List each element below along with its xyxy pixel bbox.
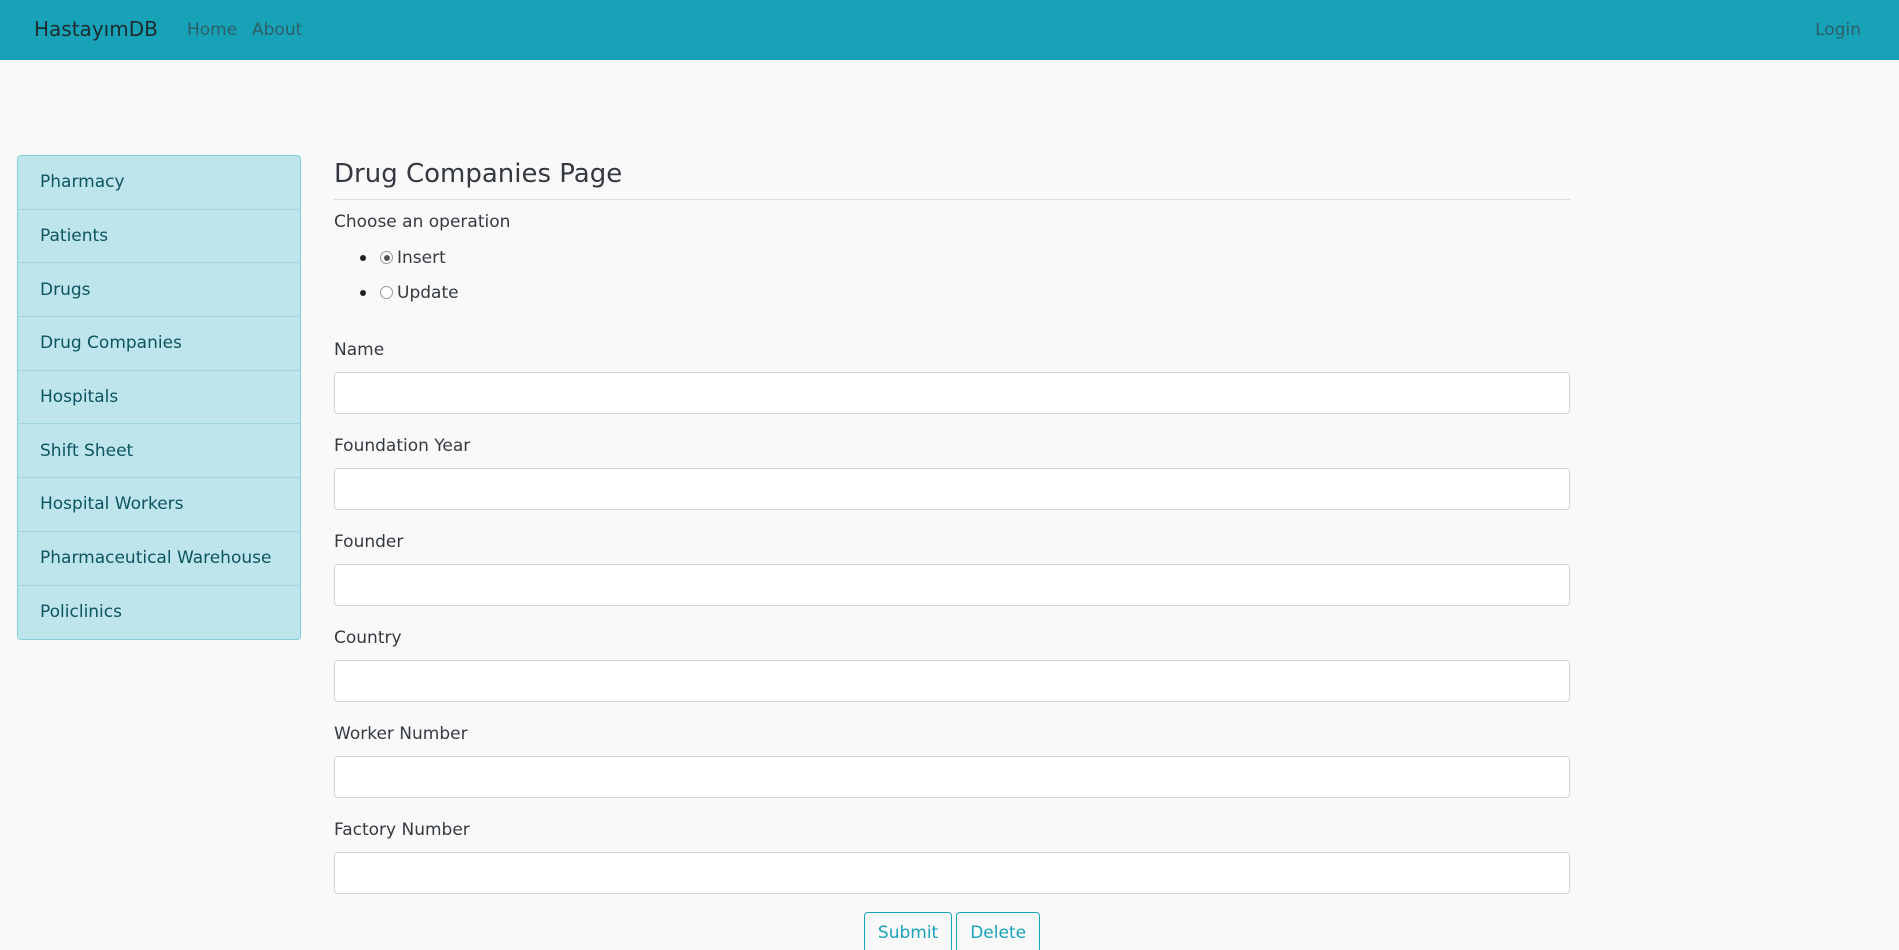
nav-login-link[interactable]: Login [1815, 20, 1861, 40]
sidebar-item-pharmacy[interactable]: Pharmacy [18, 156, 300, 210]
sidebar-item-shift-sheet[interactable]: Shift Sheet [18, 424, 300, 479]
factory-number-field[interactable] [334, 852, 1570, 894]
brand-logo[interactable]: HastayımDB [34, 17, 158, 41]
bullet-icon [360, 254, 366, 261]
delete-button[interactable]: Delete [956, 912, 1041, 950]
foundation-year-label: Foundation Year [334, 436, 471, 456]
page-title: Drug Companies Page [334, 155, 1570, 200]
main-content: Drug Companies Page Choose an operation … [334, 155, 1570, 950]
founder-label: Founder [334, 532, 404, 552]
name-label: Name [334, 340, 385, 360]
top-navbar: HastayımDB Home About Login [0, 0, 1899, 60]
sidebar: Pharmacy Patients Drugs Drug Companies H… [17, 155, 301, 641]
worker-number-label: Worker Number [334, 724, 468, 744]
country-field[interactable] [334, 660, 1570, 702]
insert-radio[interactable] [380, 251, 393, 264]
nav-about-link[interactable]: About [252, 20, 302, 40]
bullet-icon [360, 289, 366, 296]
form-actions: Submit Delete [334, 912, 1570, 950]
sidebar-item-drug-companies[interactable]: Drug Companies [18, 317, 300, 371]
operation-label: Choose an operation [334, 212, 511, 232]
sidebar-item-pharmaceutical-warehouse[interactable]: Pharmaceutical Warehouse [18, 532, 300, 586]
update-label[interactable]: Update [397, 283, 459, 303]
nav-home-link[interactable]: Home [187, 20, 237, 40]
update-radio[interactable] [380, 286, 393, 299]
sidebar-item-policlinics[interactable]: Policlinics [18, 586, 300, 640]
factory-number-label: Factory Number [334, 820, 470, 840]
sidebar-item-hospitals[interactable]: Hospitals [18, 371, 300, 425]
country-label: Country [334, 628, 402, 648]
insert-label[interactable]: Insert [397, 248, 446, 268]
sidebar-item-drugs[interactable]: Drugs [18, 263, 300, 318]
operation-insert[interactable]: Insert [360, 240, 1570, 275]
operation-list: Insert Update [360, 240, 1570, 310]
worker-number-field[interactable] [334, 756, 1570, 798]
name-field[interactable] [334, 372, 1570, 414]
submit-button[interactable]: Submit [863, 912, 953, 950]
sidebar-item-hospital-workers[interactable]: Hospital Workers [18, 478, 300, 532]
sidebar-item-patients[interactable]: Patients [18, 210, 300, 264]
foundation-year-field[interactable] [334, 468, 1570, 510]
operation-update[interactable]: Update [360, 275, 1570, 310]
founder-field[interactable] [334, 564, 1570, 606]
